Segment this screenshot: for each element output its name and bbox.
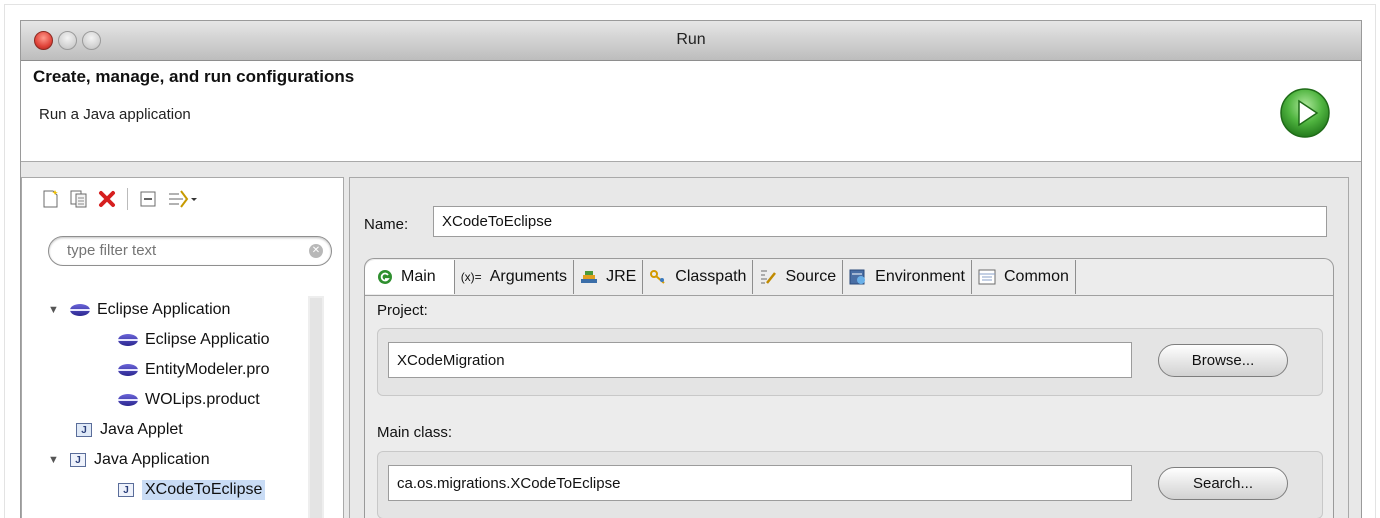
java-app-icon: J xyxy=(118,483,134,497)
configurations-panel: ✕ ▼ Eclipse Application Eclipse Applicat… xyxy=(21,177,344,518)
tab-label: Common xyxy=(1003,268,1069,285)
toolbar-separator xyxy=(127,188,128,210)
eclipse-app-icon xyxy=(70,304,90,316)
tab-environment[interactable]: Environment xyxy=(843,260,972,294)
tab-arguments[interactable]: (x)= Arguments xyxy=(455,260,575,294)
tab-classpath[interactable]: Classpath xyxy=(643,260,754,294)
tree-item-label: Eclipse Application xyxy=(97,301,231,318)
tree-scrollbar[interactable] xyxy=(308,296,324,518)
tree-item-java-application[interactable]: ▼ J Java Application xyxy=(48,446,210,474)
tab-common[interactable]: Common xyxy=(972,260,1076,294)
run-dialog: Run Create, manage, and run configuratio… xyxy=(20,20,1362,518)
main-tab-icon xyxy=(377,269,393,285)
scroll-thumb[interactable] xyxy=(310,298,322,518)
collapse-all-icon[interactable] xyxy=(137,188,159,210)
search-button[interactable]: Search... xyxy=(1158,467,1288,500)
tree-item-eclipse-application[interactable]: ▼ Eclipse Application xyxy=(48,296,230,324)
delete-icon[interactable] xyxy=(96,188,118,210)
title-bar: Run xyxy=(21,21,1361,61)
clear-filter-icon[interactable]: ✕ xyxy=(309,244,323,258)
main-tab-body: Project: Browse... Main class: Search... xyxy=(365,295,1333,518)
config-name-field[interactable] xyxy=(433,206,1327,237)
dialog-header: Create, manage, and run configurations R… xyxy=(21,61,1361,162)
config-editor: Name: Main (x)= Arguments J xyxy=(349,177,1349,518)
header-subtitle: Run a Java application xyxy=(39,106,191,123)
project-label: Project: xyxy=(377,302,428,319)
tab-source[interactable]: Source xyxy=(753,260,844,294)
filter-input[interactable] xyxy=(67,242,297,259)
tree-item-xcodetoeclipse[interactable]: J XCodeToEclipse xyxy=(118,476,266,504)
browse-button[interactable]: Browse... xyxy=(1158,344,1288,377)
project-field[interactable] xyxy=(388,342,1132,378)
eclipse-app-icon xyxy=(118,364,138,376)
main-class-field[interactable] xyxy=(388,465,1132,501)
tree-item-java-applet[interactable]: J Java Applet xyxy=(76,416,183,444)
tab-jre[interactable]: JRE xyxy=(574,260,644,294)
config-toolbar xyxy=(40,186,199,212)
tab-main[interactable]: Main xyxy=(365,260,455,294)
header-title: Create, manage, and run configurations xyxy=(33,67,355,86)
eclipse-app-icon xyxy=(118,394,138,406)
common-icon xyxy=(978,269,996,285)
filter-menu-icon[interactable] xyxy=(165,188,199,210)
tree-item-label: WOLips.product xyxy=(145,391,260,408)
window-title: Run xyxy=(676,31,706,48)
tab-label: Arguments xyxy=(489,268,568,285)
project-group: Browse... xyxy=(377,328,1323,396)
config-tab-folder: Main (x)= Arguments JRE Classpath Source… xyxy=(364,258,1334,518)
tree-item-label: EntityModeler.pro xyxy=(145,361,270,378)
main-class-group: Search... xyxy=(377,451,1323,518)
tab-label: Environment xyxy=(875,268,965,285)
run-play-icon xyxy=(1280,88,1330,138)
jre-icon xyxy=(580,269,598,285)
java-applet-icon: J xyxy=(76,423,92,437)
tab-label: Main xyxy=(401,268,436,285)
expand-arrow-icon[interactable]: ▼ xyxy=(48,454,60,466)
expand-arrow-icon[interactable]: ▼ xyxy=(48,304,60,316)
tab-label: Source xyxy=(785,268,837,285)
java-app-icon: J xyxy=(70,453,86,467)
source-icon xyxy=(759,269,777,285)
eclipse-app-icon xyxy=(118,334,138,346)
tree-item-label: Java Application xyxy=(94,451,210,468)
filter-search-field[interactable]: ✕ xyxy=(48,236,332,266)
tree-item-label: Java Applet xyxy=(100,421,183,438)
main-class-label: Main class: xyxy=(377,424,453,441)
tree-item-entitymodeler[interactable]: EntityModeler.pro xyxy=(118,356,270,384)
config-tabs: Main (x)= Arguments JRE Classpath Source… xyxy=(365,259,1076,295)
new-config-icon[interactable] xyxy=(40,188,62,210)
tree-item-eclipse-applicatio[interactable]: Eclipse Applicatio xyxy=(118,326,270,354)
classpath-icon xyxy=(649,269,667,285)
environment-icon xyxy=(849,269,867,285)
tree-item-wolips[interactable]: WOLips.product xyxy=(118,386,260,414)
tab-label: Classpath xyxy=(675,268,747,285)
arguments-icon: (x)= xyxy=(460,270,482,284)
name-label: Name: xyxy=(364,216,409,233)
tree-item-label: XCodeToEclipse xyxy=(142,480,266,500)
duplicate-icon[interactable] xyxy=(68,188,90,210)
tab-label: JRE xyxy=(606,268,637,285)
tree-item-label: Eclipse Applicatio xyxy=(145,331,270,348)
